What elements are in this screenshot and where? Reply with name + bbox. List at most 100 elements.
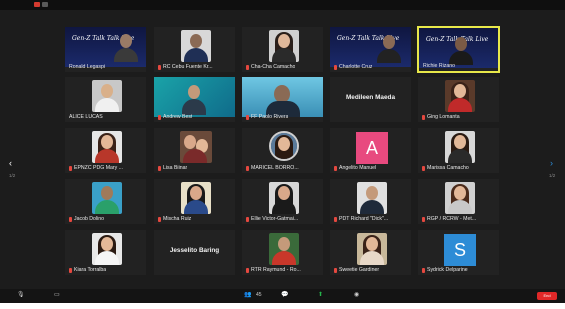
prev-page-number: 1/2 [9, 173, 16, 178]
mic-muted-icon [422, 166, 425, 171]
participants-count: 45 [256, 292, 262, 298]
mic-muted-icon [246, 65, 249, 70]
participant-name: Jacob Dolino [69, 216, 104, 223]
participant-tile[interactable]: Gen-Z Talk Talk Live Charlotte Cruz [329, 26, 412, 73]
participant-name: Richie Rizano [423, 63, 456, 69]
participant-tile[interactable]: A Angelito Manuel [329, 127, 412, 174]
participant-video [180, 131, 212, 163]
participant-name: Mischa Ruiz [158, 216, 191, 223]
participant-tile[interactable]: PDT Richard "Dick"... [329, 178, 412, 225]
participant-tile[interactable]: Marissa Camacho [417, 127, 500, 174]
participant-video [92, 182, 122, 214]
participant-video [446, 33, 476, 65]
participant-video [374, 31, 408, 63]
participant-display-name: Medileen Maeda [345, 94, 395, 101]
participants-icon[interactable]: 👥 [244, 291, 251, 300]
participant-video [181, 182, 211, 214]
participant-tile[interactable]: Sweetie Gardiner [329, 229, 412, 276]
record-icon[interactable]: ◉ [354, 291, 359, 300]
mic-muted-icon [334, 217, 337, 222]
participant-name: Andrew Best [158, 114, 192, 121]
zoom-meeting-screenshot: ‹ 1/2 › 1/2 Gen-Z Talk Talk Live Ronald … [0, 0, 565, 309]
participant-video [269, 233, 299, 265]
participant-tile[interactable]: Medileen Maeda [329, 76, 412, 123]
participant-tile[interactable]: Lisa Biinar [153, 127, 236, 174]
mic-muted-icon [69, 166, 72, 171]
participant-video [445, 80, 475, 112]
participant-name: Ronald Legaspi [69, 64, 106, 70]
participant-tile[interactable]: Cha-Cha Camacho [241, 26, 324, 73]
mic-muted-icon [246, 268, 249, 273]
participant-tile[interactable]: Gen-Z Talk Talk Live Ronald Legaspi [64, 26, 147, 73]
participant-tile[interactable]: RGP / RCRW - Met... [417, 178, 500, 225]
participant-tile[interactable]: Ging Lomanta [417, 76, 500, 123]
participant-tile[interactable]: RC Cebu Fuente Kr... [153, 26, 236, 73]
participant-name: Ging Lomanta [422, 114, 460, 121]
close-window-icon[interactable] [34, 2, 40, 7]
mic-muted-icon [158, 166, 161, 171]
mic-muted-icon [422, 268, 425, 273]
participant-name: RTR Raymund - Ro... [246, 267, 301, 274]
mic-muted-icon [158, 115, 161, 120]
participant-name: Sydrick Delparine [422, 267, 468, 274]
participant-tile[interactable]: Mischa Ruiz [153, 178, 236, 225]
participant-tile[interactable]: Ellie Victor-Gatmai... [241, 178, 324, 225]
participant-name: EPNZC PDG Mary ... [69, 165, 123, 172]
participant-name: PDT Richard "Dick"... [334, 216, 388, 223]
mic-muted-icon [334, 166, 337, 171]
participant-tile[interactable]: Jacob Dolino [64, 178, 147, 225]
mic-muted-icon [246, 115, 249, 120]
mic-muted-icon [334, 65, 337, 70]
participant-video [357, 182, 387, 214]
participant-video [445, 131, 475, 163]
participant-tile[interactable]: EPNZC PDG Mary ... [64, 127, 147, 174]
participant-tile[interactable]: Jesselito Baring [153, 229, 236, 276]
participant-name: Charlotte Cruz [334, 64, 372, 71]
participant-name: Cha-Cha Camacho [246, 64, 295, 71]
participant-video [445, 182, 475, 214]
participant-name: FF Paolo Rivera [246, 114, 288, 121]
mic-muted-icon [158, 65, 161, 70]
participant-name: Lisa Biinar [158, 165, 187, 172]
stop-video-icon[interactable]: ▭ [54, 291, 60, 300]
next-page-number: 1/2 [549, 173, 556, 178]
participant-tile[interactable]: Andrew Best [153, 76, 236, 123]
participant-video [269, 30, 299, 62]
share-screen-icon[interactable]: ⬆ [318, 291, 323, 300]
participant-name: Angelito Manuel [334, 165, 376, 172]
mic-muted-icon [69, 217, 72, 222]
mute-microphone-icon[interactable]: 🎙 [17, 291, 25, 300]
participant-name: Sweetie Gardiner [334, 267, 379, 274]
gallery-view: ‹ 1/2 › 1/2 Gen-Z Talk Talk Live Ronald … [0, 10, 565, 289]
minimize-window-icon[interactable] [42, 2, 48, 7]
mic-muted-icon [246, 217, 249, 222]
participant-tile[interactable]: RTR Raymund - Ro... [241, 229, 324, 276]
end-meeting-button[interactable]: End [537, 292, 557, 300]
participant-tile[interactable]: FF Paolo Rivera [241, 76, 324, 123]
participant-video [92, 80, 122, 112]
participant-name: ALICE LUCAS [69, 114, 103, 120]
participant-name: RC Cebu Fuente Kr... [158, 64, 213, 71]
title-bar [0, 0, 565, 10]
meeting-toolbar: 🎙 ▭ 👥 45 💬 ⬆ ◉ End [0, 289, 565, 303]
mic-muted-icon [422, 115, 425, 120]
participant-display-name: Jesselito Baring [169, 247, 220, 254]
participant-video [242, 77, 323, 117]
participant-tile[interactable]: Kiara Torralba [64, 229, 147, 276]
mic-muted-icon [158, 217, 161, 222]
participant-avatar: A [356, 132, 388, 164]
participant-video [181, 30, 211, 62]
participant-name: MARICEL BORRO... [246, 165, 299, 172]
participant-video [357, 233, 387, 265]
chat-icon[interactable]: 💬 [281, 291, 288, 300]
next-page-arrow[interactable]: › [550, 158, 553, 168]
participant-name: Kiara Torralba [69, 267, 106, 274]
participant-tile-active-speaker[interactable]: Gen-Z Talk Talk Live Richie Rizano [417, 26, 500, 73]
participant-name: Marissa Camacho [422, 165, 469, 172]
participant-video [111, 30, 141, 62]
participant-video [154, 77, 235, 117]
participant-tile[interactable]: ALICE LUCAS [64, 76, 147, 123]
participant-tile[interactable]: MARICEL BORRO... [241, 127, 324, 174]
prev-page-arrow[interactable]: ‹ [9, 158, 12, 168]
participant-tile[interactable]: S Sydrick Delparine [417, 229, 500, 276]
